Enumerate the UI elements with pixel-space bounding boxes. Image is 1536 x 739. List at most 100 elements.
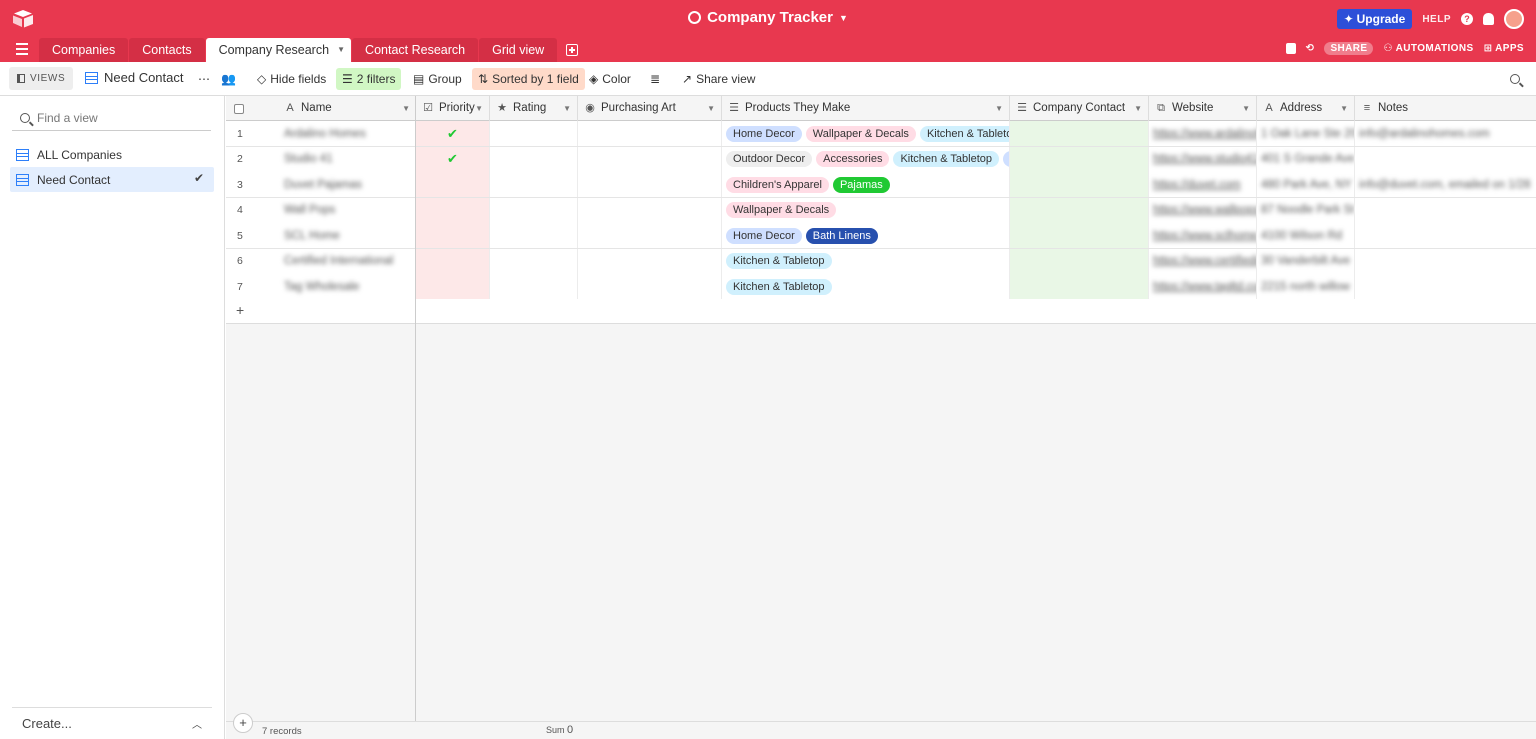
add-table-icon[interactable] (566, 44, 579, 56)
website-link[interactable]: https://www.studio41.com (1153, 153, 1256, 165)
cell-num[interactable]: 5 (226, 223, 278, 248)
cell-rating[interactable] (490, 274, 578, 299)
cell-company-contact[interactable] (1010, 248, 1149, 274)
cell-company-contact[interactable] (1010, 274, 1149, 299)
cell-num[interactable]: 4 (226, 198, 278, 223)
share-view-button[interactable]: ↗ Share view (676, 68, 761, 90)
cell-purchasing-art[interactable] (578, 146, 722, 172)
cell-address[interactable]: 4100 Wilson Rd (1257, 223, 1355, 248)
cell-address[interactable]: 401 S Grande Ave (1257, 146, 1355, 172)
hamburger-menu-icon[interactable] (16, 43, 28, 55)
cell-rating[interactable] (490, 172, 578, 197)
cell-name[interactable]: Duvet Pajamas (278, 172, 416, 197)
website-link[interactable]: https://www.certifiedintl.com (1153, 255, 1256, 267)
cell-rating[interactable] (490, 223, 578, 248)
cell-notes[interactable] (1355, 249, 1536, 274)
cell-priority[interactable] (416, 274, 490, 299)
cell-website[interactable]: https://www.sclhome.com (1149, 223, 1257, 248)
cell-products[interactable]: Outdoor Decor Accessories Kitchen & Tablet… (722, 146, 1010, 172)
cell-purchasing-art[interactable] (578, 274, 722, 299)
filters-button[interactable]: ☰ 2 filters (336, 68, 402, 90)
column-header-priority[interactable]: ☑ Priority ▼ (416, 96, 490, 121)
chevron-down-icon[interactable]: ▼ (1340, 96, 1348, 121)
cell-num[interactable]: 7 (226, 274, 278, 299)
cell-num[interactable]: 2 (226, 147, 278, 172)
cell-notes[interactable] (1355, 198, 1536, 223)
sort-button[interactable]: ⇅ Sorted by 1 field (472, 68, 585, 90)
cell-priority[interactable] (416, 197, 490, 223)
search-button[interactable] (1504, 68, 1526, 90)
cell-address[interactable]: 480 Park Ave, NY (1257, 172, 1355, 197)
select-all-checkbox[interactable] (226, 96, 270, 121)
cell-address[interactable]: 2215 north willow (1257, 274, 1355, 299)
cell-priority[interactable] (416, 248, 490, 274)
cell-products[interactable]: Kitchen & Tabletop (722, 274, 1010, 299)
cell-notes[interactable] (1355, 147, 1536, 172)
cell-company-contact[interactable] (1010, 121, 1149, 146)
website-link[interactable]: https://www.tagltd.com (1153, 281, 1256, 293)
chevron-down-icon[interactable]: ▼ (337, 38, 345, 62)
chevron-down-icon[interactable]: ▼ (475, 96, 483, 121)
cell-rating[interactable] (490, 121, 578, 146)
column-header-rating[interactable]: ★ Rating ▼ (490, 96, 578, 121)
cell-website[interactable]: https://www.studio41.com (1149, 146, 1257, 172)
cell-priority[interactable]: ✔ (416, 146, 490, 172)
airtable-logo-icon[interactable] (12, 9, 34, 29)
cell-num[interactable]: 3 (226, 172, 278, 197)
cell-website[interactable]: https://duvet.com (1149, 172, 1257, 197)
cell-notes[interactable] (1355, 223, 1536, 248)
table-row[interactable]: 5 SCL Home Home Decor Bath Linens https://ww… (226, 223, 1536, 249)
tab-company-research[interactable]: Company Research ▼ (205, 38, 352, 62)
row-height-button[interactable]: ≣ (644, 68, 666, 90)
cell-notes[interactable]: info@ardalinohomes.com (1355, 121, 1536, 146)
cell-rating[interactable] (490, 248, 578, 274)
cell-name[interactable]: Ardalino Homes (278, 121, 416, 146)
cell-products[interactable]: Children's Apparel Pajamas (722, 172, 1010, 197)
group-button[interactable]: ▤ Group (407, 68, 468, 90)
cell-website[interactable]: https://www.ardalinohomes.com (1149, 121, 1257, 146)
table-row[interactable]: 4 Wall Pops Wallpaper & Decals https://www.… (226, 197, 1536, 224)
tab-companies[interactable]: Companies (39, 38, 129, 62)
cell-notes[interactable]: info@duvet.com, emailed on 1/28 (1355, 172, 1536, 197)
cell-num[interactable]: 1 (226, 121, 278, 146)
cell-priority[interactable]: ✔ (416, 121, 490, 146)
website-link[interactable]: https://duvet.com (1153, 179, 1241, 191)
table-row[interactable]: 6 Certified International Kitchen & Tablet… (226, 248, 1536, 275)
cell-rating[interactable] (490, 197, 578, 223)
current-view-name[interactable]: Need Contact (85, 70, 184, 85)
trash-icon[interactable] (1285, 43, 1296, 54)
cell-address[interactable]: 30 Vanderbilt Ave (1257, 248, 1355, 274)
cell-name[interactable]: Certified International (278, 248, 416, 274)
chevron-down-icon[interactable]: ▼ (995, 96, 1003, 121)
table-row[interactable]: 1 Ardalino Homes ✔ Home Decor Wallpaper & De… (226, 121, 1536, 147)
column-header-company-contact[interactable]: ☰ Company Contact ▼ (1010, 96, 1149, 121)
cell-company-contact[interactable] (1010, 172, 1149, 197)
view-more-button[interactable]: ⋯ (192, 68, 216, 90)
table-row[interactable]: 2 Studio 41 ✔ Outdoor Decor Accessories Kitch… (226, 146, 1536, 173)
automations-button[interactable]: ⚇ AUTOMATIONS (1383, 43, 1473, 54)
table-row[interactable]: 7 Tag Wholesale Kitchen & Tabletop https://… (226, 274, 1536, 300)
column-header-name[interactable]: A Name ▼ (278, 96, 416, 121)
color-button[interactable]: ◈ Color (583, 68, 637, 90)
cell-products[interactable]: Home Decor Bath Linens (722, 223, 1010, 248)
cell-rating[interactable] (490, 146, 578, 172)
sidebar-item-need-contact[interactable]: Need Contact ✔ (10, 167, 214, 192)
column-header-products[interactable]: ☰ Products They Make ▼ (722, 96, 1010, 121)
cell-name[interactable]: Studio 41 (278, 146, 416, 172)
sidebar-item-all-companies[interactable]: ALL Companies (10, 142, 214, 167)
website-link[interactable]: https://www.sclhome.com (1153, 230, 1256, 242)
chevron-down-icon[interactable]: ▼ (563, 96, 571, 121)
cell-address[interactable]: 1 Oak Lane Ste 205 (1257, 121, 1355, 146)
cell-website[interactable]: https://www.tagltd.com (1149, 274, 1257, 299)
cell-company-contact[interactable] (1010, 146, 1149, 172)
column-header-purchasing-art[interactable]: ◉ Purchasing Art ▼ (578, 96, 722, 121)
tab-contacts[interactable]: Contacts (129, 38, 205, 62)
chevron-down-icon[interactable]: ▼ (1134, 96, 1142, 121)
tab-grid-view[interactable]: Grid view (479, 38, 558, 62)
cell-website[interactable]: https://www.wallpops.com (1149, 197, 1257, 223)
cell-priority[interactable] (416, 172, 490, 197)
help-icon[interactable]: ? (1461, 13, 1473, 25)
create-view-section[interactable]: Create... ︿ (12, 707, 212, 739)
cell-name[interactable]: Tag Wholesale (278, 274, 416, 299)
cell-products[interactable]: Kitchen & Tabletop (722, 248, 1010, 274)
